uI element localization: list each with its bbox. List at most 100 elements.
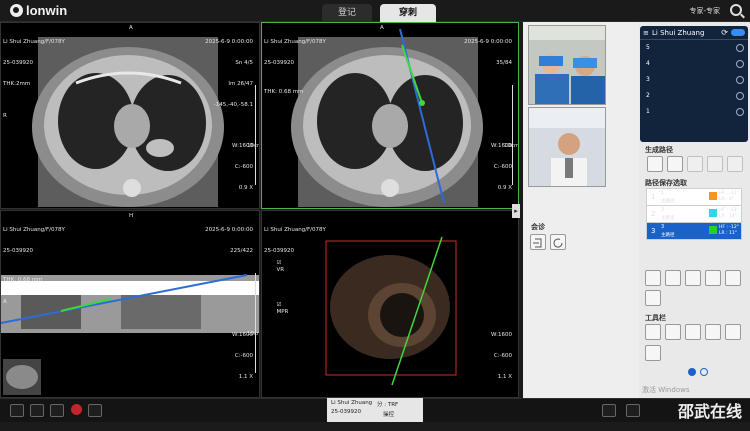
brand-name: lonwin bbox=[26, 3, 68, 18]
signal-icon bbox=[736, 76, 744, 84]
footer-sub: 操控 bbox=[383, 412, 395, 418]
cursor-sync-icon[interactable] bbox=[705, 324, 721, 340]
series-row[interactable]: 5 bbox=[646, 44, 650, 51]
tab-puncture[interactable]: 穿刺 bbox=[380, 4, 436, 22]
slice-thickness: THK: 0.68 mm bbox=[3, 277, 43, 283]
scale-ruler bbox=[255, 85, 256, 185]
copy-icon[interactable] bbox=[685, 270, 701, 286]
layout-icon[interactable] bbox=[10, 404, 24, 417]
export-icon[interactable] bbox=[602, 404, 616, 417]
sync-icon[interactable]: ⟳ bbox=[721, 28, 728, 37]
angle-measure-icon[interactable] bbox=[685, 324, 701, 340]
window-center: C:-600 bbox=[234, 164, 253, 170]
viewport-3d[interactable]: Li Shui Zhuang/F/078Y 25-039920 ☑ VR ☑ M… bbox=[261, 210, 519, 398]
series-row[interactable]: 2 bbox=[646, 92, 650, 99]
exit-consult-icon[interactable] bbox=[530, 234, 546, 250]
plan-lr: LR : 11° bbox=[719, 231, 737, 236]
curve-icon[interactable] bbox=[645, 345, 661, 361]
length-icon[interactable] bbox=[665, 324, 681, 340]
plan-number: 1 bbox=[651, 193, 656, 201]
confirm-path-icon[interactable] bbox=[727, 156, 743, 172]
video-feed-expert[interactable] bbox=[528, 107, 606, 187]
vr-label: VR bbox=[276, 267, 285, 273]
patient-id: 25-039920 bbox=[3, 248, 33, 254]
exit-glyph bbox=[533, 238, 542, 248]
monitor-icon[interactable] bbox=[88, 404, 102, 417]
tab-registration[interactable]: 登记 bbox=[322, 4, 372, 22]
user-name[interactable]: 专家-专家 bbox=[689, 6, 720, 16]
target-icon[interactable] bbox=[647, 156, 663, 172]
window-center: C:-600 bbox=[234, 353, 253, 359]
refresh-glyph bbox=[553, 238, 563, 248]
window-center: C:-600 bbox=[493, 353, 512, 359]
cursor-coord: -145,-40,-58.1 bbox=[213, 102, 253, 108]
signal-icon bbox=[736, 108, 744, 116]
plan-hf: HF : -12° bbox=[719, 225, 739, 230]
search-icon[interactable] bbox=[730, 4, 742, 16]
patient-name: Li Shui Zhuang/F/078Y bbox=[264, 39, 326, 45]
zoom-level: 1.1 X bbox=[497, 374, 512, 380]
video-frame bbox=[529, 26, 605, 104]
signal-icon bbox=[736, 92, 744, 100]
grid-icon[interactable] bbox=[30, 404, 44, 417]
record-icon[interactable] bbox=[71, 404, 82, 415]
refresh-icon[interactable] bbox=[550, 234, 566, 250]
orientation-left: A bbox=[3, 299, 7, 305]
pen-icon[interactable] bbox=[50, 404, 64, 417]
plan-label: 主路径 bbox=[661, 199, 675, 204]
study-date: 2025-6-9 0:00:00 bbox=[205, 39, 253, 45]
mpr-checkbox[interactable]: ☑ MPR bbox=[266, 295, 289, 323]
lr-icon[interactable] bbox=[707, 156, 723, 172]
zoom-level: 0.9 X bbox=[238, 185, 253, 191]
entry-point-icon[interactable] bbox=[667, 156, 683, 172]
patient-footer-card: Li Shui Zhuang 25-039920 分 : TRF 操控 bbox=[327, 398, 423, 422]
plan-label: 主路径 bbox=[661, 216, 675, 221]
patient-card-name: Li Shui Zhuang bbox=[652, 29, 705, 37]
plan-label: 主路径 bbox=[661, 233, 675, 238]
path-plan-row-selected[interactable]: 3 3 主路径 HF : -12° LR : 11° bbox=[646, 222, 742, 240]
viewport-axial-lung[interactable]: Li Shui Zhuang/F/078Y 25-039920 THK:2mm … bbox=[0, 22, 260, 209]
crosshair-icon[interactable] bbox=[725, 324, 741, 340]
viewport-sagittal[interactable]: Li Shui Zhuang/F/078Y 25-039920 THK: 0.6… bbox=[0, 210, 260, 398]
plan-lr: LR : 9° bbox=[719, 197, 735, 202]
series-row[interactable]: 3 bbox=[646, 76, 650, 83]
series-row[interactable]: 4 bbox=[646, 60, 650, 67]
settings-icon[interactable] bbox=[626, 404, 640, 417]
window-width: W:1600 bbox=[232, 143, 253, 149]
path-plan-row[interactable]: 1 1 主路径 HF : -11° LR : 9° bbox=[646, 188, 742, 206]
scale-ruler bbox=[512, 85, 513, 185]
slice-thickness: THK:2mm bbox=[3, 81, 31, 87]
orientation-top: H bbox=[129, 213, 134, 219]
image-number: 225/422 bbox=[230, 248, 253, 254]
footer-mode: 分 : TRF bbox=[377, 402, 399, 408]
list-icon[interactable]: ≡ bbox=[643, 29, 649, 37]
plan-hf: HF : -11° bbox=[719, 191, 739, 196]
series-number: Sn 4/5 bbox=[235, 60, 253, 66]
edit-path-icon[interactable] bbox=[645, 270, 661, 286]
viewport-axial-path[interactable]: Li Shui Zhuang/F/078Y 25-039920 THK: 0.6… bbox=[261, 22, 519, 209]
footer-name: Li Shui Zhuang bbox=[331, 400, 373, 406]
measure-icon[interactable] bbox=[645, 324, 661, 340]
series-row[interactable]: 1 bbox=[646, 108, 650, 115]
mpr-label: MPR bbox=[276, 309, 289, 315]
patient-id: 25-039920 bbox=[264, 60, 294, 66]
video-feed-surgeons[interactable] bbox=[528, 25, 606, 105]
clear-icon[interactable] bbox=[725, 270, 741, 286]
plan-index: 1 bbox=[661, 190, 665, 196]
path-plan-row[interactable]: 2 2 主路径 HF : -11° LR : 14° bbox=[646, 205, 742, 223]
patient-card: ≡ Li Shui Zhuang ⟳ 5 4 3 2 1 bbox=[640, 26, 748, 142]
angle-icon[interactable] bbox=[687, 156, 703, 172]
patient-name: Li Shui Zhuang/F/078Y bbox=[264, 227, 326, 233]
plan-color-swatch bbox=[709, 209, 717, 217]
panel-collapse-handle[interactable]: ▸ bbox=[512, 204, 520, 218]
plan-lr: LR : 14° bbox=[719, 214, 737, 219]
checkbox-icon[interactable]: ☑ bbox=[277, 260, 282, 266]
delete-icon[interactable] bbox=[705, 270, 721, 286]
save-icon[interactable] bbox=[665, 270, 681, 286]
toggle-switch[interactable] bbox=[731, 29, 745, 36]
path-info-icon[interactable] bbox=[645, 290, 661, 306]
window-width: W:1600 bbox=[491, 143, 512, 149]
vr-checkbox[interactable]: ☑ VR bbox=[266, 253, 288, 281]
patient-id: 25-039920 bbox=[3, 60, 33, 66]
checkbox-icon[interactable]: ☑ bbox=[277, 302, 282, 308]
